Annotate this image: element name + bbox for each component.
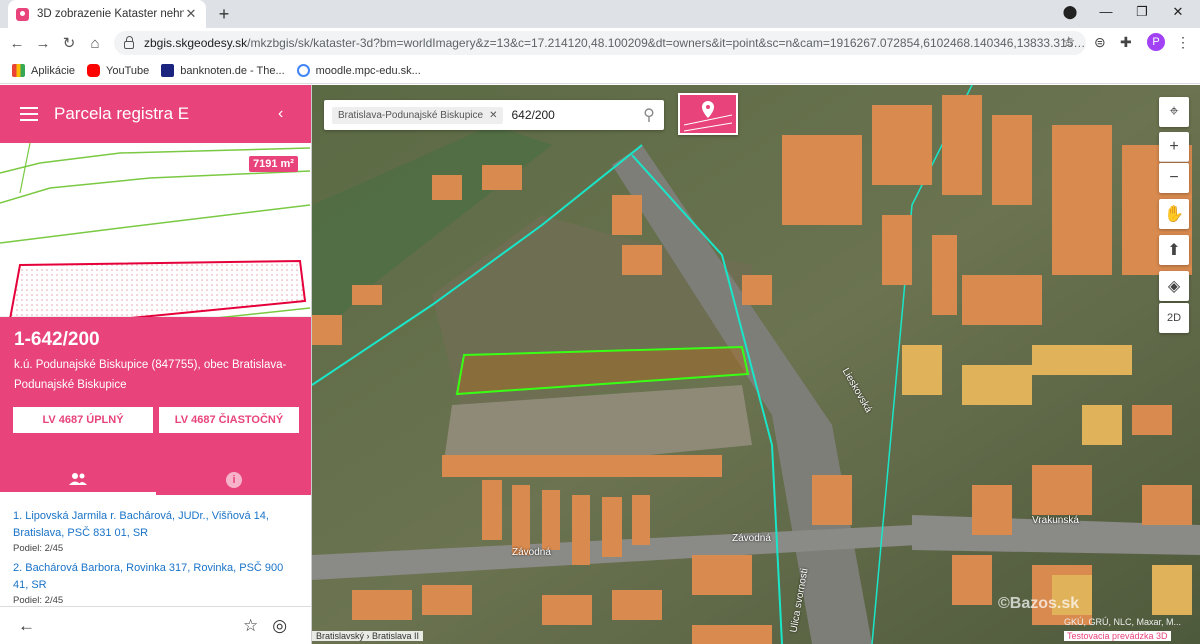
area-badge: 7191 m²	[249, 156, 298, 172]
address-bar[interactable]: zbgis.skgeodesy.sk/mkzbgis/sk/kataster-3…	[114, 31, 1086, 55]
zoom-out-icon[interactable]: −	[1159, 163, 1189, 193]
zoom-in-icon[interactable]: +	[1159, 132, 1189, 162]
sidebar-tabs: i	[0, 465, 311, 495]
parcel-sidebar: Parcela registra E ‹ 7191 m² 1-642/200 k…	[0, 85, 312, 644]
testing-label: Testovacia prevádzka 3D	[1064, 631, 1171, 641]
tab-title: 3D zobrazenie Kataster nehnuteľ	[37, 8, 184, 20]
bookmark-youtube[interactable]: YouTube	[87, 64, 149, 77]
owner-share: Podiel: 2/45	[13, 595, 64, 606]
forward-icon[interactable]: →	[30, 35, 56, 52]
back-arrow-icon[interactable]: ←	[18, 616, 35, 636]
location-chip-label: Bratislava-Podunajské Biskupice	[338, 109, 484, 121]
list-item[interactable]: 1. Lipovská Jarmila r. Bachárová, JUDr.,…	[13, 508, 298, 554]
reload-icon[interactable]: ↻	[56, 34, 82, 52]
minimize-icon[interactable]: —	[1094, 4, 1118, 19]
cadastre-line-1: k.ú. Podunajské Biskupice (847755), obec…	[14, 359, 287, 371]
browser-toolbar: ← → ↻ ⌂ zbgis.skgeodesy.sk/mkzbgis/sk/ka…	[0, 28, 1200, 58]
browser-tab[interactable]: 3D zobrazenie Kataster nehnuteľ ✕	[8, 0, 206, 28]
profile-avatar[interactable]: P	[1147, 33, 1165, 51]
parcel-id: 1-642/200	[14, 329, 100, 350]
geolocate-icon[interactable]: ⌖	[1159, 97, 1189, 127]
search-input[interactable]: 642/200	[511, 108, 634, 122]
map-attribution[interactable]: GKÚ, GRÚ, NLC, Maxar, M...	[1064, 617, 1181, 627]
parcel-preview: 7191 m²	[0, 142, 311, 354]
bookmark-label: YouTube	[106, 64, 150, 77]
close-window-icon[interactable]: ✕	[1166, 4, 1190, 20]
parcel-card: 1-642/200 k.ú. Podunajské Biskupice (847…	[0, 317, 311, 495]
layers-icon[interactable]: ◈	[1159, 271, 1189, 301]
youtube-icon	[87, 64, 101, 77]
url-path: /mkzbgis/sk/kataster-3d?bm=worldImagery&…	[247, 36, 1086, 50]
favorite-star-icon[interactable]: ☆	[243, 616, 258, 636]
locate-parcel-icon[interactable]: ◎	[272, 616, 287, 636]
street-label: Závodná	[732, 533, 771, 544]
menu-dots-icon[interactable]: ⋮	[1176, 34, 1190, 51]
sidebar-header: Parcela registra E ‹	[0, 85, 311, 143]
restore-icon[interactable]: ❐	[1130, 4, 1154, 20]
owner-share: Podiel: 2/45	[13, 543, 64, 554]
home-icon[interactable]: ⌂	[82, 35, 108, 52]
lv-partial-button[interactable]: LV 4687 ČIASTOČNÝ	[159, 407, 299, 433]
owner-name-line2[interactable]: Bratislava, PSČ 831 01, SR	[13, 525, 298, 542]
extension-icon[interactable]: ⊜	[1094, 34, 1106, 51]
puzzle-icon[interactable]: ✚	[1120, 34, 1132, 51]
bookmark-star-icon[interactable]: ☆	[1062, 33, 1075, 51]
browser-tab-strip: 3D zobrazenie Kataster nehnuteľ ✕ + ⬤ — …	[0, 0, 1200, 28]
site-favicon	[16, 7, 29, 21]
map-3d-view[interactable]: Závodná Závodná Vrakunská Ulica svornost…	[312, 85, 1200, 644]
location-pin-icon	[683, 101, 733, 132]
view-2d-toggle[interactable]: 2D	[1159, 303, 1189, 333]
bookmark-moodle[interactable]: moodle.mpc-edu.sk...	[296, 64, 421, 77]
owner-name-line2[interactable]: 41, SR	[13, 577, 298, 594]
lock-icon	[124, 36, 134, 49]
parcel-pin-button[interactable]	[678, 93, 738, 135]
info-icon: i	[226, 472, 242, 488]
collapse-chevron-icon[interactable]: ‹	[278, 105, 283, 123]
sidebar-footer: ← ☆ ◎	[0, 606, 311, 644]
lv-full-button[interactable]: LV 4687 ÚPLNÝ	[13, 407, 153, 433]
bookmark-label: moodle.mpc-edu.sk...	[315, 64, 421, 77]
sidebar-title: Parcela registra E	[54, 104, 190, 123]
location-chip[interactable]: Bratislava-Podunajské Biskupice ✕	[332, 106, 504, 124]
new-tab-icon[interactable]: +	[214, 4, 234, 25]
owner-name-line1[interactable]: 2. Bachárová Barbora, Rovinka 317, Rovin…	[13, 560, 298, 577]
compass-icon[interactable]: ⬆	[1159, 235, 1189, 265]
remove-chip-icon[interactable]: ✕	[489, 110, 497, 121]
google-icon	[296, 64, 310, 77]
street-label: Závodná	[512, 547, 551, 558]
pan-hand-icon[interactable]: ✋	[1159, 199, 1189, 229]
parcel-search[interactable]: Bratislava-Podunajské Biskupice ✕ 642/200…	[324, 100, 664, 130]
breadcrumb[interactable]: Bratislavský › Bratislava II	[312, 631, 424, 641]
watermark: ©Bazos.sk	[998, 595, 1080, 612]
street-label: Vrakunská	[1032, 515, 1079, 526]
list-item[interactable]: 2. Bachárová Barbora, Rovinka 317, Rovin…	[13, 560, 298, 606]
bookmarks-bar: Aplikácie YouTube banknoten.de - The... …	[0, 58, 1200, 84]
cadastre-line-2: Podunajské Biskupice	[14, 379, 127, 391]
bookmark-apps[interactable]: Aplikácie	[12, 64, 75, 77]
close-tab-icon[interactable]: ✕	[184, 6, 198, 22]
url-domain: zbgis.skgeodesy.sk	[144, 36, 248, 50]
search-icon[interactable]: ⚲	[634, 105, 664, 125]
tab-info[interactable]: i	[156, 465, 311, 495]
tab-owners[interactable]	[0, 465, 156, 495]
back-icon[interactable]: ←	[4, 35, 30, 52]
banknoten-icon	[161, 64, 175, 77]
owners-icon	[69, 472, 87, 485]
hamburger-menu-icon[interactable]	[20, 107, 38, 121]
bookmark-banknoten[interactable]: banknoten.de - The...	[161, 64, 285, 77]
owner-name-line1[interactable]: 1. Lipovská Jarmila r. Bachárová, JUDr.,…	[13, 508, 298, 525]
profile-menu-icon[interactable]: ⬤	[1058, 4, 1082, 20]
map-satellite-imagery	[312, 85, 1200, 644]
bookmark-label: Aplikácie	[31, 64, 76, 77]
apps-icon	[12, 64, 25, 77]
bookmark-label: banknoten.de - The...	[180, 64, 285, 77]
